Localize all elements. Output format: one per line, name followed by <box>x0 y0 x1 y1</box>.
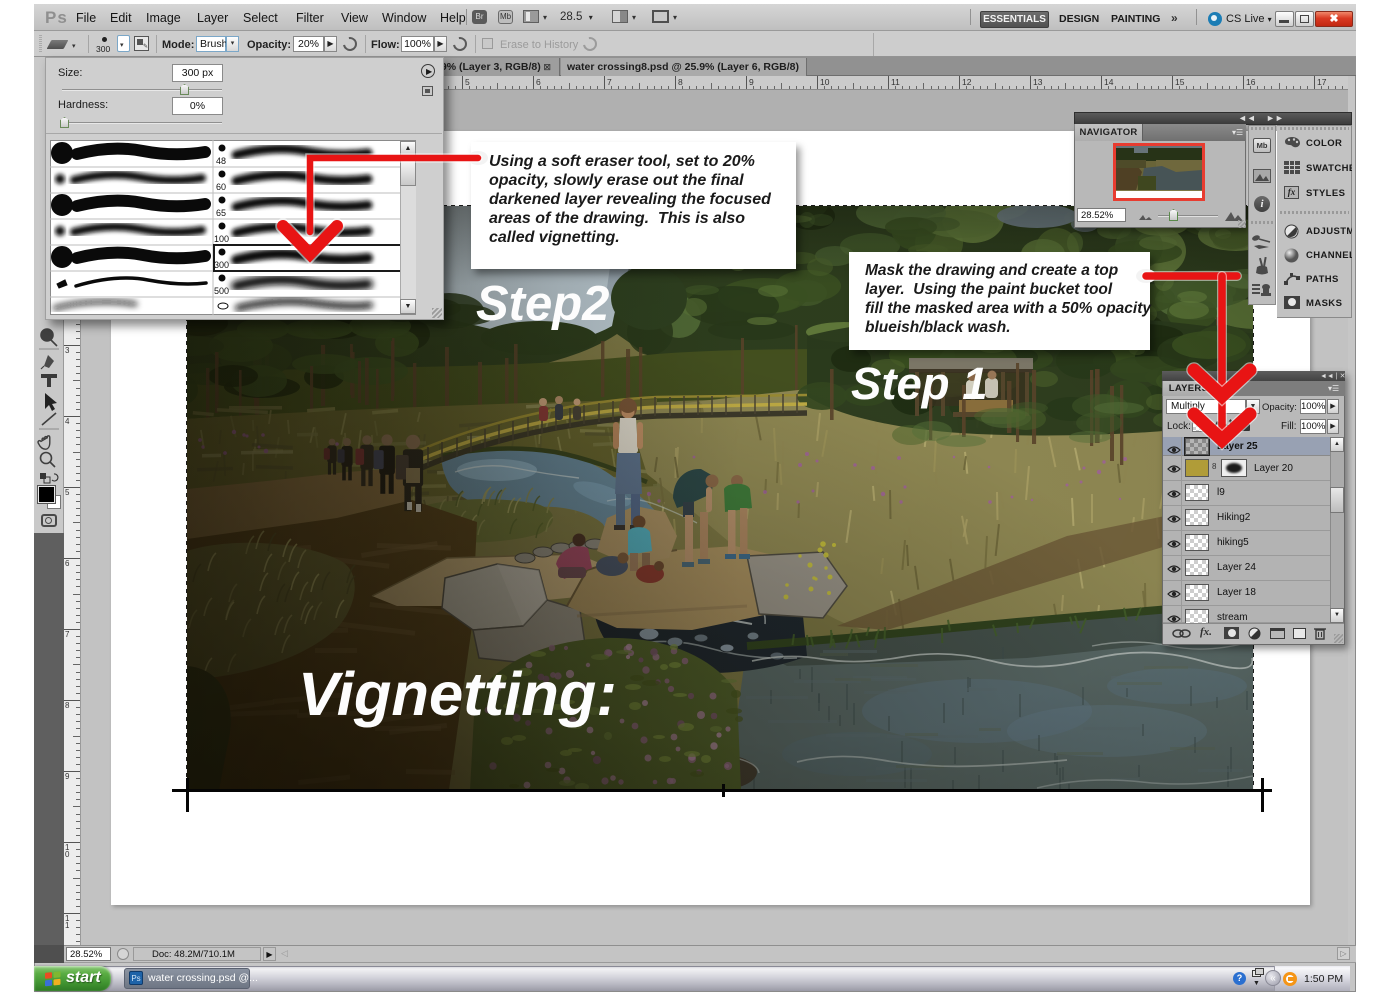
svg-text:300: 300 <box>214 260 229 270</box>
svg-text:48: 48 <box>216 156 226 166</box>
svg-text:500: 500 <box>214 286 229 296</box>
svg-text:100: 100 <box>214 234 229 244</box>
svg-text:60: 60 <box>216 182 226 192</box>
svg-text:65: 65 <box>216 208 226 218</box>
